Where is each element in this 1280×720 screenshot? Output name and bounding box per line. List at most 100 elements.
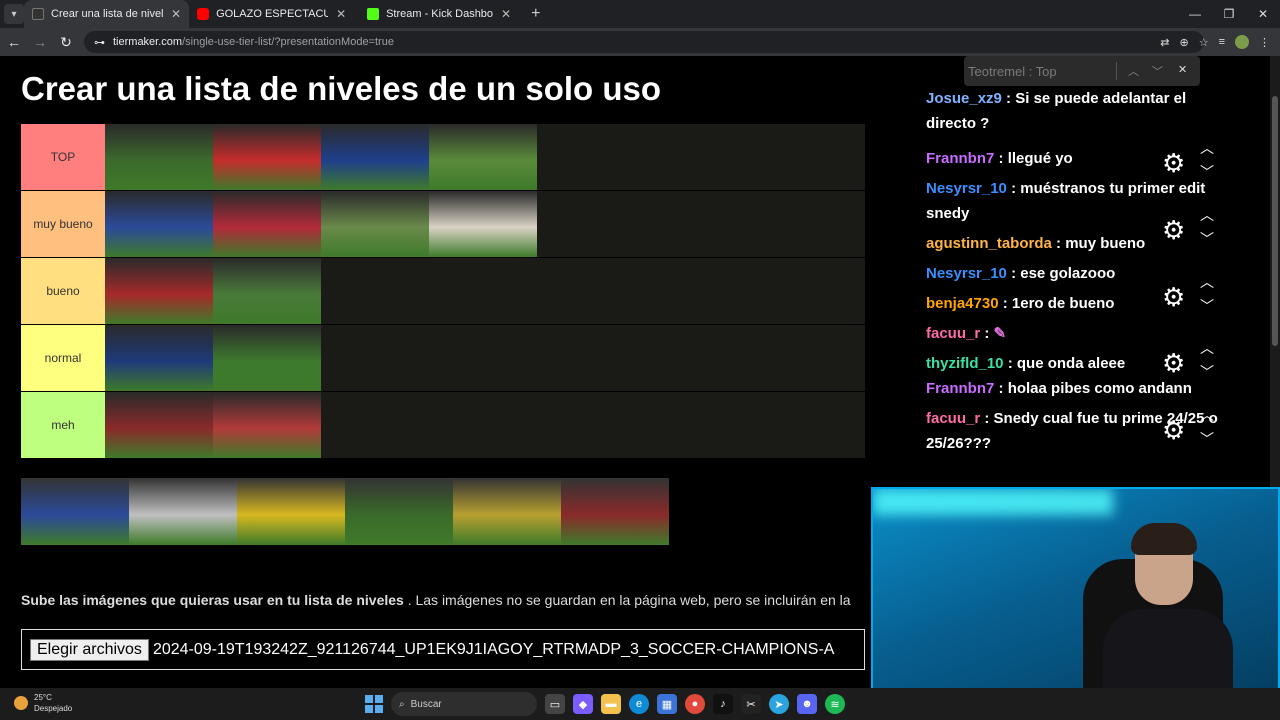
tab-kick[interactable]: Stream - Kick Dashboard ✕ — [359, 0, 519, 28]
tier-label[interactable]: muy bueno — [21, 191, 105, 257]
task-view-icon[interactable]: ▭ — [545, 694, 565, 714]
minimize-icon[interactable]: — — [1178, 0, 1212, 28]
spotify-icon[interactable]: ≋ — [825, 694, 845, 714]
url-field[interactable]: ⊶ tiermaker.com/single-use-tier-list/?pr… — [84, 31, 1204, 53]
file-explorer-icon[interactable]: ▬ — [601, 694, 621, 714]
tier-label[interactable]: TOP — [21, 124, 105, 190]
chat-username[interactable]: facuu_r — [926, 410, 980, 427]
chat-controls: ⚙ ︿ ﹀ — [1162, 403, 1222, 453]
url-host: tiermaker.com — [113, 36, 183, 48]
tier-image[interactable] — [213, 124, 321, 190]
upload-instructions: Sube las imágenes que quieras usar en tu… — [21, 592, 851, 608]
star-icon[interactable]: ☆ — [1199, 36, 1209, 49]
pool-image[interactable] — [345, 478, 453, 545]
tier-image[interactable] — [105, 392, 213, 458]
new-tab-button[interactable]: + — [531, 5, 540, 23]
tier-row: normal — [21, 325, 865, 392]
windows-icon[interactable] — [365, 695, 383, 713]
tier-image[interactable] — [429, 191, 537, 257]
tier-image[interactable] — [213, 392, 321, 458]
chat-username[interactable]: Nesyrsr_10 — [926, 265, 1007, 282]
tier-image[interactable] — [105, 258, 213, 324]
tier-image[interactable] — [213, 325, 321, 391]
tier-image[interactable] — [213, 191, 321, 257]
chat-username[interactable]: benja4730 — [926, 295, 999, 312]
close-icon[interactable]: ✕ — [336, 7, 346, 21]
zoom-icon[interactable]: ⊕ — [1179, 36, 1188, 49]
back-icon[interactable]: ← — [2, 34, 26, 50]
reload-icon[interactable]: ↻ — [54, 34, 78, 51]
chevron-up-icon[interactable]: ︿ — [1200, 138, 1214, 158]
chevron-down-icon[interactable]: ﹀ — [1200, 162, 1214, 182]
scroll-thumb[interactable] — [1272, 96, 1278, 346]
tier-image[interactable] — [429, 124, 537, 190]
close-window-icon[interactable]: ✕ — [1246, 0, 1280, 28]
pool-image[interactable] — [237, 478, 345, 545]
gear-icon[interactable]: ⚙ — [1162, 415, 1185, 446]
discord-icon[interactable]: ☻ — [797, 694, 817, 714]
restore-icon[interactable]: ❐ — [1212, 0, 1246, 28]
tier-label[interactable]: bueno — [21, 258, 105, 324]
tab-title: Crear una lista de niveles de un — [51, 8, 163, 20]
chevron-down-icon[interactable]: ﹀ — [1200, 429, 1214, 449]
chat-username[interactable]: Frannbn7 — [926, 380, 994, 397]
emote-icon: ✎ — [993, 325, 1007, 342]
chevron-up-icon[interactable]: ︿ — [1128, 63, 1139, 79]
pool-image[interactable] — [453, 478, 561, 545]
tab-youtube[interactable]: GOLAZO ESPECTACULAR de LA ✕ — [189, 0, 359, 28]
chat-username[interactable]: thyzifld_10 — [926, 355, 1004, 372]
close-icon[interactable]: ✕ — [171, 7, 181, 21]
telegram-icon[interactable]: ➤ — [769, 694, 789, 714]
tier-items — [105, 392, 321, 458]
menu-icon[interactable]: ⋮ — [1259, 36, 1270, 49]
close-icon[interactable]: ✕ — [1178, 63, 1187, 76]
translate-icon[interactable]: ⇄ — [1160, 36, 1169, 49]
chevron-down-icon[interactable]: ﹀ — [1152, 63, 1163, 79]
tab-tiermaker[interactable]: Crear una lista de niveles de un ✕ — [24, 0, 190, 28]
tier-image[interactable] — [105, 191, 213, 257]
pool-image[interactable] — [21, 478, 129, 545]
chevron-down-icon[interactable]: ﹀ — [1200, 362, 1214, 382]
chevron-up-icon[interactable]: ︿ — [1200, 338, 1214, 358]
capcut-icon[interactable]: ✂ — [741, 694, 761, 714]
chat-username[interactable]: agustinn_taborda — [926, 235, 1052, 252]
chat-username[interactable]: Josue_xz9 — [926, 90, 1002, 107]
store-icon[interactable]: ▦ — [657, 694, 677, 714]
chat-username[interactable]: Nesyrsr_10 — [926, 180, 1007, 197]
tab-menu-icon[interactable]: ▾ — [4, 4, 24, 24]
tier-label[interactable]: meh — [21, 392, 105, 458]
chevron-up-icon[interactable]: ︿ — [1200, 405, 1214, 425]
chevron-down-icon[interactable]: ﹀ — [1200, 296, 1214, 316]
gear-icon[interactable]: ⚙ — [1162, 348, 1185, 379]
gear-icon[interactable]: ⚙ — [1162, 215, 1185, 246]
image-pool — [21, 478, 669, 545]
chat-text: que onda aleee — [1016, 355, 1126, 372]
gear-icon[interactable]: ⚙ — [1162, 148, 1185, 179]
extensions-icon[interactable]: ≡ — [1219, 36, 1225, 48]
chevron-up-icon[interactable]: ︿ — [1200, 272, 1214, 292]
tiktok-icon[interactable]: ♪ — [713, 694, 733, 714]
tier-image[interactable] — [213, 258, 321, 324]
tier-image[interactable] — [105, 124, 213, 190]
close-icon[interactable]: ✕ — [501, 7, 511, 21]
edge-icon[interactable]: e — [629, 694, 649, 714]
pool-image[interactable] — [129, 478, 237, 545]
forward-icon[interactable]: → — [28, 34, 52, 50]
chevron-down-icon[interactable]: ﹀ — [1200, 229, 1214, 249]
chat-username[interactable]: facuu_r — [926, 325, 980, 342]
taskbar-search[interactable]: ⌕ Buscar — [391, 692, 537, 716]
tier-image[interactable] — [321, 124, 429, 190]
choose-files-button[interactable]: Elegir archivos — [30, 638, 149, 661]
chrome-icon[interactable]: ● — [685, 694, 705, 714]
weather-widget[interactable]: 25°C Despejado — [14, 692, 72, 714]
chevron-up-icon[interactable]: ︿ — [1200, 205, 1214, 225]
copilot-icon[interactable]: ◆ — [573, 694, 593, 714]
gear-icon[interactable]: ⚙ — [1162, 282, 1185, 313]
tier-image[interactable] — [105, 325, 213, 391]
profile-avatar[interactable] — [1235, 35, 1249, 49]
tier-label[interactable]: normal — [21, 325, 105, 391]
chat-username[interactable]: Frannbn7 — [926, 150, 994, 167]
pool-image[interactable] — [561, 478, 669, 545]
tier-image[interactable] — [321, 191, 429, 257]
site-info-icon[interactable]: ⊶ — [94, 36, 105, 49]
